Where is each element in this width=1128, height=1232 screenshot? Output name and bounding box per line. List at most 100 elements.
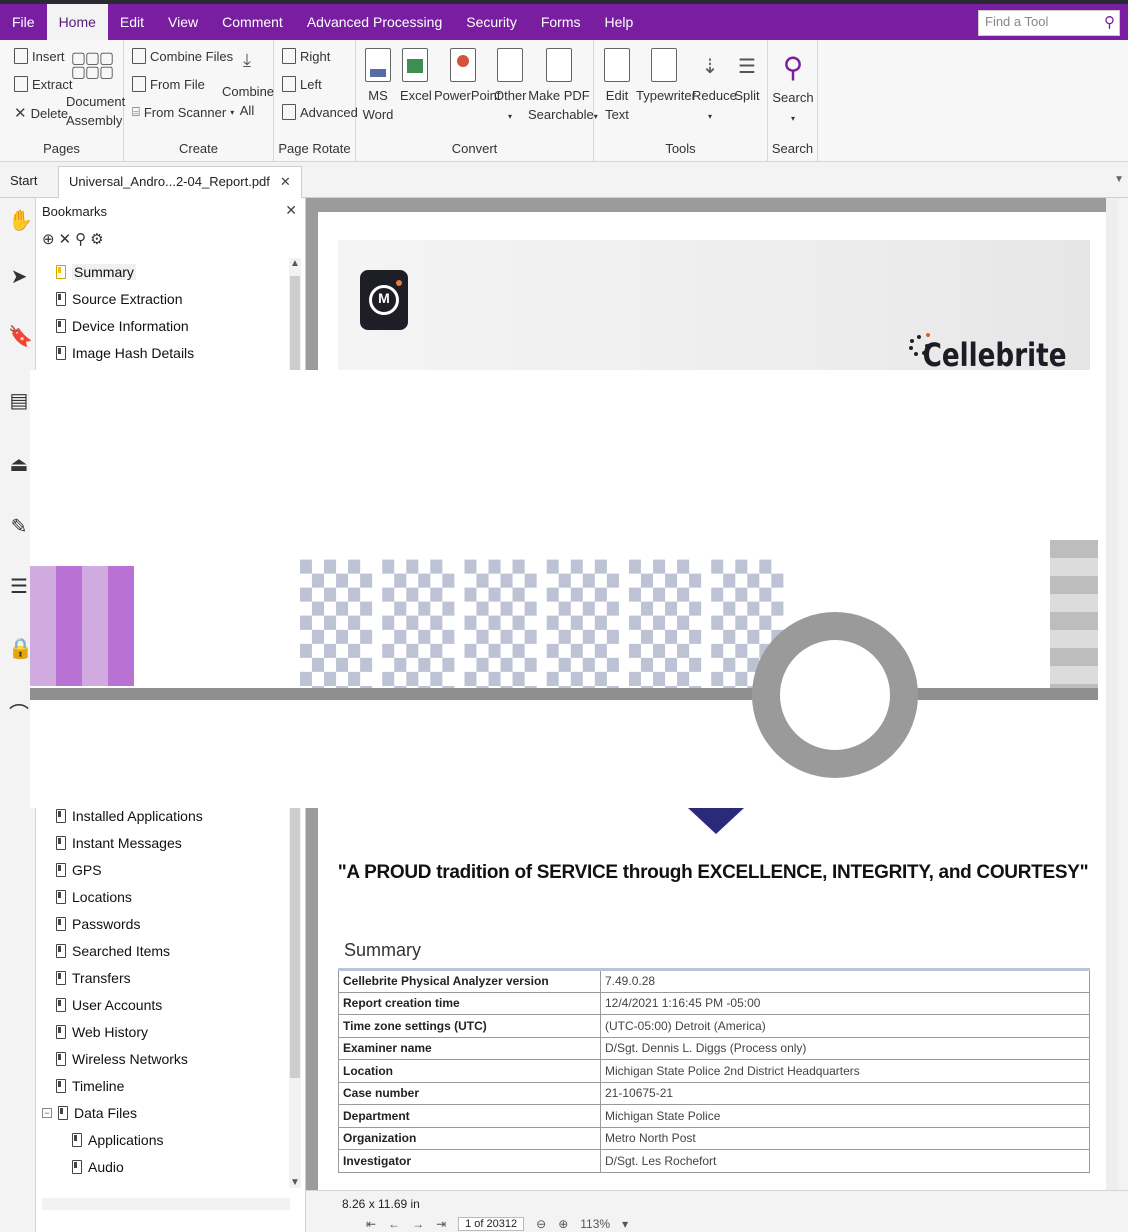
split-button[interactable]: ☰ Split <box>732 48 762 105</box>
menu-view[interactable]: View <box>156 4 210 40</box>
other-button[interactable]: Other ▾ <box>494 48 527 126</box>
bookmark-gps[interactable]: GPS <box>56 856 286 883</box>
menu-security[interactable]: Security <box>454 4 529 40</box>
ribbon-group-create: Combine Files From File ⌸ From Scanner ▾ ⤓… <box>124 40 274 162</box>
find-tool-input[interactable]: Find a Tool ⚲ <box>978 10 1120 36</box>
edit-text-button[interactable]: Edit Text <box>602 48 632 124</box>
menu-help[interactable]: Help <box>593 4 646 40</box>
bookmark-passwords[interactable]: Passwords <box>56 910 286 937</box>
prev-page-icon[interactable]: ← <box>388 1217 400 1231</box>
bookmark-applications[interactable]: Applications <box>72 1126 286 1153</box>
search-group-label: Search <box>771 141 814 156</box>
bookmark-audio[interactable]: Audio <box>72 1153 286 1180</box>
rotate-right-button[interactable]: Right <box>282 48 330 64</box>
from-file-button[interactable]: From File <box>132 76 205 92</box>
ms-word-button[interactable]: MS Word <box>360 48 396 124</box>
status-bar: 8.26 x 11.69 in ⇤ ← → ⇥ 1 of 20312 ⊖ ⊕ 1… <box>306 1190 1128 1232</box>
rotate-left-button[interactable]: Left <box>282 76 322 92</box>
comments-panel-icon[interactable]: ☰ <box>8 574 30 600</box>
extract-button[interactable]: Extract <box>14 76 72 92</box>
make-pdf-searchable-button[interactable]: Make PDF Searchable▾ <box>528 48 598 126</box>
bookmark-image-hash-details[interactable]: Image Hash Details <box>56 339 286 366</box>
zoom-out-icon[interactable]: ⊖ <box>536 1217 546 1231</box>
find-bookmark-icon[interactable]: ⚲ <box>75 231 90 248</box>
gear-icon[interactable]: ⚙ <box>90 231 107 248</box>
dropdown-icon[interactable]: ▾ <box>622 1217 628 1231</box>
bookmark-searched-items[interactable]: Searched Items <box>56 937 286 964</box>
combine-all-button[interactable]: ⤓ Combine All <box>222 50 274 120</box>
powerpoint-button[interactable]: PowerPoint <box>434 48 500 105</box>
bookmark-icon <box>56 1024 66 1039</box>
reduce-button[interactable]: ⇣ Reduce ▾ <box>692 48 737 126</box>
rotate-advanced-button[interactable]: Advanced <box>282 104 358 120</box>
zoom-in-icon[interactable]: ⊕ <box>558 1217 568 1231</box>
summary-value: 12/4/2021 1:16:45 PM -05:00 <box>600 991 1090 1015</box>
collapse-icon[interactable]: − <box>42 1107 52 1118</box>
bookmark-user-accounts[interactable]: User Accounts <box>56 991 286 1018</box>
bookmark-transfers[interactable]: Transfers <box>56 964 286 991</box>
bookmark-wireless-networks[interactable]: Wireless Networks <box>56 1045 286 1072</box>
document-assembly-button[interactable]: ▢▢▢ ▢▢▢ Document Assembly <box>66 51 125 130</box>
select-tool-icon[interactable]: ➤ <box>8 264 30 290</box>
excel-icon <box>402 48 428 82</box>
lock-icon[interactable]: 🔒 <box>8 636 33 662</box>
from-scanner-button[interactable]: ⌸ From Scanner ▾ <box>132 104 234 120</box>
signature-icon[interactable]: ⌒ <box>8 698 30 726</box>
scroll-down-icon[interactable]: ▼ <box>290 1177 300 1188</box>
excel-button[interactable]: Excel <box>400 48 432 105</box>
delete-button[interactable]: ✕ Delete <box>14 104 68 122</box>
pages-panel-icon[interactable]: ▤ <box>8 388 30 414</box>
close-icon[interactable]: ✕ <box>280 174 291 189</box>
bookmark-source-extraction[interactable]: Source Extraction <box>56 285 286 312</box>
bookmark-summary[interactable]: Summary <box>56 258 286 285</box>
close-icon[interactable]: ✕ <box>285 202 297 219</box>
zoom-level[interactable]: 113% <box>580 1217 610 1231</box>
menu-edit[interactable]: Edit <box>108 4 156 40</box>
hand-tool-icon[interactable]: ✋ <box>8 208 33 234</box>
bookmark-web-history[interactable]: Web History <box>56 1018 286 1045</box>
rotate-advanced-icon <box>282 104 296 120</box>
word-icon <box>365 48 391 82</box>
insert-button[interactable]: Insert <box>14 48 65 64</box>
tab-overflow-icon[interactable]: ▼ <box>1114 174 1124 185</box>
next-page-icon[interactable]: → <box>412 1217 424 1231</box>
tab-start[interactable]: Start <box>0 166 47 198</box>
bookmark-instant-messages[interactable]: Instant Messages <box>56 829 286 856</box>
bookmark-panel-icon[interactable]: 🔖 <box>8 324 33 350</box>
last-page-icon[interactable]: ⇥ <box>436 1217 446 1231</box>
stamp-panel-icon[interactable]: ⏏ <box>8 452 30 478</box>
redaction-overlay: ▒▒▒▒▒▒ <box>30 370 1098 808</box>
menu-forms[interactable]: Forms <box>529 4 593 40</box>
menu-comment[interactable]: Comment <box>210 4 295 40</box>
dropdown-icon: ▾ <box>790 114 795 123</box>
report-banner: M Cellebrite <box>338 240 1090 374</box>
attachment-icon[interactable]: ✎ <box>8 514 30 540</box>
bookmark-icon <box>56 997 66 1012</box>
bookmark-data-files[interactable]: − Data Files <box>42 1099 286 1126</box>
bookmark-icon <box>56 970 66 985</box>
summary-key: Cellebrite Physical Analyzer version <box>338 969 601 993</box>
combine-files-button[interactable]: Combine Files <box>132 48 233 64</box>
physical-analyzer-logo: M <box>360 270 408 330</box>
tab-document[interactable]: Universal_Andro...2-04_Report.pdf ✕ <box>58 166 302 198</box>
reduce-icon: ⇣ <box>701 56 719 78</box>
typewriter-button[interactable]: Typewriter <box>636 48 696 105</box>
delete-icon: ✕ <box>14 105 27 122</box>
summary-value: Metro North Post <box>600 1126 1090 1150</box>
bookmarks-horizontal-scrollbar[interactable] <box>42 1198 290 1210</box>
first-page-icon[interactable]: ⇤ <box>366 1217 376 1231</box>
menu-file[interactable]: File <box>0 4 47 40</box>
page-number-field[interactable]: 1 of 20312 <box>458 1217 525 1231</box>
menu-advanced-processing[interactable]: Advanced Processing <box>295 4 454 40</box>
bookmark-locations[interactable]: Locations <box>56 883 286 910</box>
bookmark-device-information[interactable]: Device Information <box>56 312 286 339</box>
search-button[interactable]: ⚲ Search ▾ <box>772 48 814 128</box>
add-bookmark-icon[interactable]: ⊕ <box>42 231 59 248</box>
dropdown-icon: ▾ <box>507 112 512 121</box>
bookmark-timeline[interactable]: Timeline <box>56 1072 286 1099</box>
delete-bookmark-icon[interactable]: ✕ <box>59 231 76 248</box>
scroll-up-icon[interactable]: ▲ <box>290 258 300 269</box>
document-scrollbar[interactable] <box>1106 198 1118 1190</box>
menu-home[interactable]: Home <box>46 4 108 40</box>
bookmark-icon <box>72 1159 82 1174</box>
